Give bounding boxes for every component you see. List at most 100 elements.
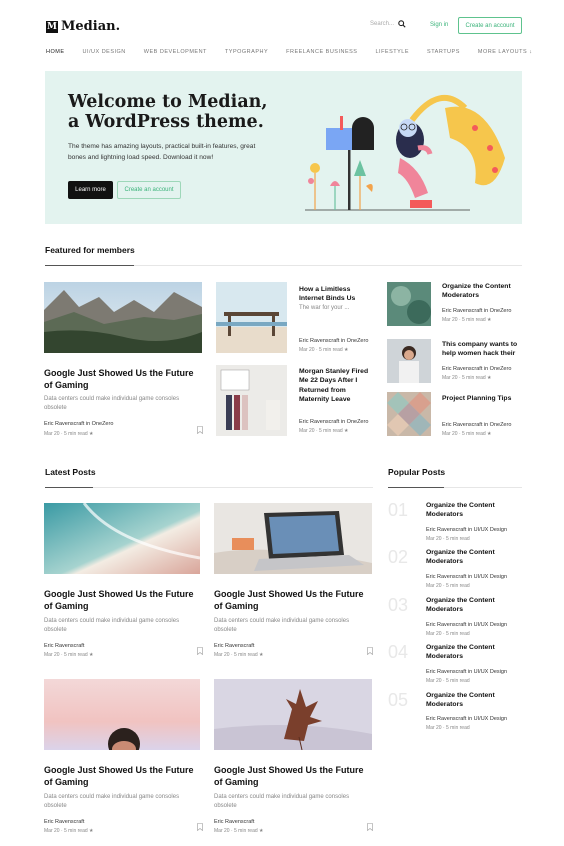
read-time: 5 min read — [462, 317, 486, 323]
post-date: Mar 20 — [426, 678, 442, 684]
popular-number-2: 02 — [388, 547, 409, 567]
latest-post-image-3[interactable] — [44, 679, 200, 750]
latest-post-image-4[interactable] — [214, 679, 372, 750]
read-time: 5 min read — [64, 652, 88, 658]
hero-text: The theme has amazing layouts, practical… — [68, 143, 256, 161]
hero-title-line2: a WordPress theme. — [68, 112, 264, 132]
featured-right-author-2[interactable]: Eric Ravenscraft in OneZero — [442, 366, 511, 372]
featured-mid-meta-2: Mar 20 · 5 min read ★ — [299, 428, 349, 434]
post-date: Mar 20 — [299, 347, 315, 353]
post-date: Mar 20 — [214, 828, 230, 834]
popular-author-1[interactable]: Eric Ravenscraft in UI/UX Design — [426, 527, 507, 533]
nav-item-startups[interactable]: STARTUPS — [427, 49, 460, 55]
popular-title-2[interactable]: Organize the Content Moderators — [426, 548, 516, 567]
featured-right-image-2[interactable] — [387, 339, 431, 383]
popular-meta-5: Mar 20 · 5 min read — [426, 725, 470, 731]
latest-post-author-4[interactable]: Eric Ravenscraft — [214, 819, 254, 825]
post-date: Mar 20 — [44, 431, 60, 437]
popular-number-3: 03 — [388, 595, 409, 615]
main-nav: HOME UI/UX DESIGN WEB DEVELOPMENT TYPOGR… — [46, 49, 550, 55]
popular-title-4[interactable]: Organize the Content Moderators — [426, 643, 516, 662]
popular-author-4[interactable]: Eric Ravenscraft in UI/UX Design — [426, 669, 507, 675]
popular-title-5[interactable]: Organize the Content Moderators — [426, 691, 516, 710]
star-icon: ★ — [89, 652, 94, 658]
hero-create-account-button[interactable]: Create an account — [117, 181, 181, 199]
featured-right-author-3[interactable]: Eric Ravenscraft in OneZero — [442, 422, 511, 428]
latest-post-excerpt-4: Data centers could make individual game … — [214, 794, 350, 809]
bookmark-icon[interactable] — [367, 823, 373, 831]
nav-item-more-layouts[interactable]: MORE LAYOUTS ↓ — [478, 49, 533, 55]
latest-post-meta-4: Mar 20 · 5 min read ★ — [214, 828, 264, 834]
latest-post-image-2[interactable] — [214, 503, 372, 574]
site-logo[interactable]: M Median. — [46, 19, 120, 34]
popular-author-3[interactable]: Eric Ravenscraft in UI/UX Design — [426, 622, 507, 628]
latest-underline — [45, 487, 93, 488]
popular-author-2[interactable]: Eric Ravenscraft in UI/UX Design — [426, 574, 507, 580]
latest-post-author-3[interactable]: Eric Ravenscraft — [44, 819, 84, 825]
nav-item-freelance[interactable]: FREELANCE BUSINESS — [286, 49, 357, 55]
latest-post-title-4[interactable]: Google Just Showed Us the Future of Gami… — [214, 764, 372, 788]
nav-item-webdev[interactable]: WEB DEVELOPMENT — [144, 49, 207, 55]
featured-mid-image-1[interactable] — [216, 282, 287, 353]
featured-main-title[interactable]: Google Just Showed Us the Future of Gami… — [44, 367, 204, 391]
featured-mid-excerpt-1: The war for your ... — [299, 305, 350, 311]
featured-right-title-3[interactable]: Project Planning Tips — [442, 394, 522, 403]
post-date: Mar 20 — [44, 652, 60, 658]
featured-mid-title-2[interactable]: Morgan Stanley Fired Me 22 Days After I … — [299, 367, 369, 405]
latest-divider — [45, 487, 373, 488]
featured-mid-title-1[interactable]: How a Limitless Internet Binds Us — [299, 285, 367, 304]
signin-link[interactable]: Sign in — [430, 22, 448, 28]
latest-post-title-2[interactable]: Google Just Showed Us the Future of Gami… — [214, 588, 372, 612]
nav-item-lifestyle[interactable]: LIFESTYLE — [375, 49, 409, 55]
featured-main-image[interactable] — [44, 282, 202, 353]
read-time: 5 min read — [446, 678, 470, 684]
featured-mid-author-1[interactable]: Eric Ravenscraft in OneZero — [299, 338, 368, 344]
featured-main-author[interactable]: Eric Ravenscraft in OneZero — [44, 421, 113, 427]
popular-number-4: 04 — [388, 642, 409, 662]
read-time: 5 min read — [64, 828, 88, 834]
popular-meta-1: Mar 20 · 5 min read — [426, 536, 470, 542]
bookmark-icon[interactable] — [367, 647, 373, 655]
read-time: 5 min read — [446, 583, 470, 589]
latest-post-title-3[interactable]: Google Just Showed Us the Future of Gami… — [44, 764, 202, 788]
star-icon: ★ — [487, 375, 492, 381]
bookmark-icon[interactable] — [197, 426, 203, 434]
featured-right-image-1[interactable] — [387, 282, 431, 326]
read-time: 5 min read — [462, 431, 486, 437]
star-icon: ★ — [259, 828, 264, 834]
hero-title: Welcome to Median, a WordPress theme. — [68, 92, 268, 132]
nav-item-uiux[interactable]: UI/UX DESIGN — [83, 49, 126, 55]
learn-more-button[interactable]: Learn more — [68, 181, 113, 199]
popular-title-3[interactable]: Organize the Content Moderators — [426, 596, 516, 615]
popular-title-1[interactable]: Organize the Content Moderators — [426, 501, 516, 520]
featured-mid-author-2[interactable]: Eric Ravenscraft in OneZero — [299, 419, 368, 425]
featured-underline — [45, 265, 134, 266]
bookmark-icon[interactable] — [197, 647, 203, 655]
read-time: 5 min read — [446, 725, 470, 731]
popular-meta-3: Mar 20 · 5 min read — [426, 631, 470, 637]
latest-post-image-1[interactable] — [44, 503, 200, 574]
featured-right-author-1[interactable]: Eric Ravenscraft in OneZero — [442, 308, 511, 314]
featured-mid-image-2[interactable] — [216, 365, 287, 436]
bookmark-icon[interactable] — [197, 823, 203, 831]
post-date: Mar 20 — [426, 583, 442, 589]
search-icon[interactable] — [398, 20, 406, 28]
latest-post-title-1[interactable]: Google Just Showed Us the Future of Gami… — [44, 588, 202, 612]
featured-mid-meta-1: Mar 20 · 5 min read ★ — [299, 347, 349, 353]
popular-meta-2: Mar 20 · 5 min read — [426, 583, 470, 589]
featured-right-title-1[interactable]: Organize the Content Moderators — [442, 282, 522, 301]
popular-author-5[interactable]: Eric Ravenscraft in UI/UX Design — [426, 716, 507, 722]
latest-post-author-2[interactable]: Eric Ravenscraft — [214, 643, 254, 649]
featured-right-image-3[interactable] — [387, 392, 431, 436]
featured-right-meta-1: Mar 20 · 5 min read ★ — [442, 317, 492, 323]
nav-item-home[interactable]: HOME — [46, 49, 65, 55]
read-time: 5 min read — [446, 631, 470, 637]
latest-post-author-1[interactable]: Eric Ravenscraft — [44, 643, 84, 649]
featured-right-title-2[interactable]: This company wants to help women hack th… — [442, 340, 522, 359]
post-date: Mar 20 — [426, 725, 442, 731]
post-date: Mar 20 — [442, 431, 458, 437]
search-input[interactable]: Search... — [370, 21, 394, 27]
nav-item-typography[interactable]: TYPOGRAPHY — [225, 49, 268, 55]
create-account-button[interactable]: Create an account — [458, 17, 522, 34]
read-time: 5 min read — [319, 428, 343, 434]
